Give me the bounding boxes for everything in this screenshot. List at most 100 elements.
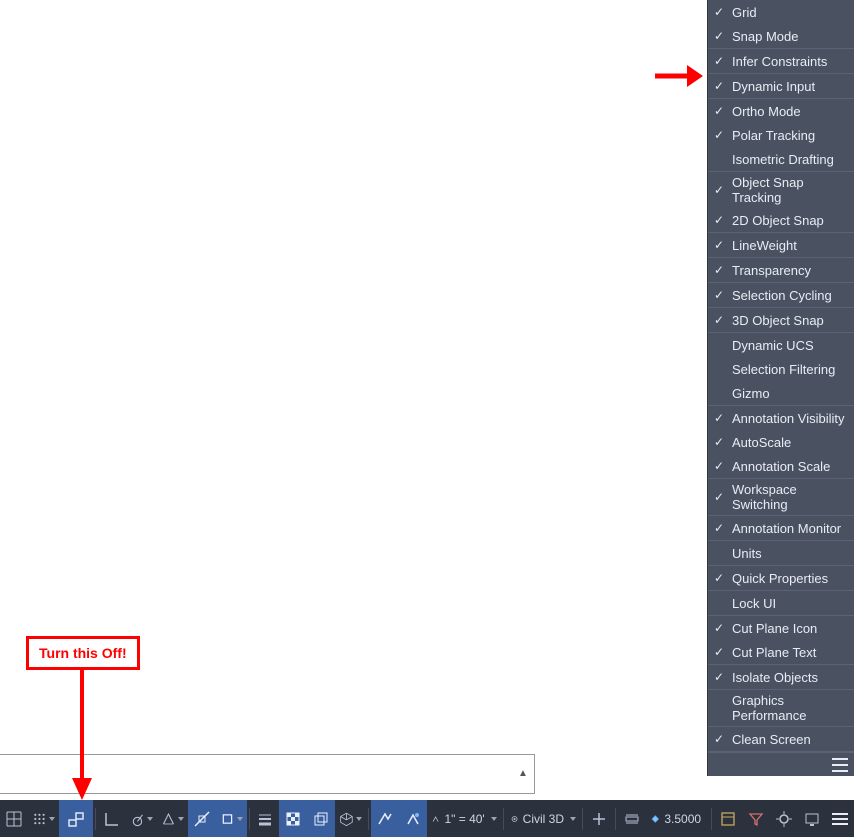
checkmark-icon: ✓ [712, 435, 726, 449]
snap-mode-button[interactable] [28, 800, 59, 837]
menu-item-annotation-scale[interactable]: ✓Annotation Scale [708, 454, 854, 478]
customize-menu-button[interactable] [826, 800, 854, 837]
menu-item-label: Infer Constraints [732, 54, 848, 69]
clean-screen-button[interactable] [798, 800, 826, 837]
object-snap-tracking-button[interactable] [188, 800, 216, 837]
menu-collapse-button[interactable] [708, 752, 854, 776]
menu-item-label: AutoScale [732, 435, 848, 450]
menu-item-graphics-performance[interactable]: ✓Graphics Performance [708, 690, 854, 726]
separator [95, 808, 96, 830]
annotation-scale-button[interactable]: 1" = 40' [427, 800, 500, 837]
checkmark-icon: ✓ [712, 621, 726, 635]
lineweight-button[interactable] [251, 800, 279, 837]
menu-item-clean-screen[interactable]: ✓Clean Screen [708, 727, 854, 751]
menu-item-cut-plane-icon[interactable]: ✓Cut Plane Icon [708, 616, 854, 640]
menu-item-label: Lock UI [732, 596, 848, 611]
menu-item-2d-object-snap[interactable]: ✓2D Object Snap [708, 208, 854, 232]
menu-item-lock-ui[interactable]: ✓Lock UI [708, 591, 854, 615]
menu-item-polar-tracking[interactable]: ✓Polar Tracking [708, 123, 854, 147]
menu-item-dynamic-input[interactable]: ✓ Dynamic Input [708, 74, 854, 98]
menu-item-cut-plane-text[interactable]: ✓ Cut Plane Text [708, 640, 854, 664]
command-input-area[interactable]: ▲ [0, 754, 535, 794]
menu-item-snap-mode[interactable]: ✓Snap Mode [708, 24, 854, 48]
polar-tracking-button[interactable] [126, 800, 157, 837]
menu-item-gizmo[interactable]: ✓Gizmo [708, 381, 854, 405]
menu-item-annotation-visibility[interactable]: ✓Annotation Visibility [708, 406, 854, 430]
menu-item-label: Gizmo [732, 386, 848, 401]
anno-monitor-icon [590, 810, 608, 828]
menu-item-label: Selection Cycling [732, 288, 848, 303]
separator [249, 808, 250, 830]
menu-item-annotation-monitor[interactable]: ✓Annotation Monitor [708, 516, 854, 540]
checkmark-icon: ✓ [712, 5, 726, 19]
elevation-value: 3.5000 [660, 812, 705, 826]
grid-display-button[interactable] [0, 800, 28, 837]
autoscale-icon [404, 810, 422, 828]
isometric-drafting-button[interactable] [157, 800, 188, 837]
menu-item-quick-properties[interactable]: ✓ Quick Properties [708, 566, 854, 590]
menu-item-selection-cycling[interactable]: ✓Selection Cycling [708, 283, 854, 307]
selection-cycling-button[interactable] [307, 800, 335, 837]
filter-icon [747, 810, 765, 828]
transparency-button[interactable] [279, 800, 307, 837]
annotation-monitor-button[interactable] [585, 800, 613, 837]
menu-item-label: Object Snap Tracking [732, 175, 848, 205]
cut-plane-text-button[interactable]: 3.5000 [646, 800, 709, 837]
menu-item-units[interactable]: ✓Units [708, 541, 854, 565]
menu-item-transparency[interactable]: ✓Transparency [708, 258, 854, 282]
checkmark-icon: ✓ [712, 645, 726, 659]
menu-item-selection-filtering[interactable]: ✓Selection Filtering [708, 357, 854, 381]
menu-item-grid[interactable]: ✓Grid [708, 0, 854, 24]
menu-item-isometric-drafting[interactable]: ✓Isometric Drafting [708, 147, 854, 171]
status-bar: 1" = 40' Civil 3D 3.5000 [0, 800, 854, 837]
menu-item-label: Quick Properties [732, 571, 848, 586]
menu-item-label: 3D Object Snap [732, 313, 848, 328]
separator [711, 808, 712, 830]
dropdown-caret-icon [178, 817, 184, 821]
menu-item-ortho-mode[interactable]: ✓Ortho Mode [708, 99, 854, 123]
checkmark-icon: ✓ [712, 29, 726, 43]
scroll-up-icon[interactable]: ▲ [518, 768, 530, 780]
3dosnap-icon [339, 810, 354, 828]
menu-item-label: Polar Tracking [732, 128, 848, 143]
isolate-icon [775, 810, 793, 828]
menu-item-isolate-objects[interactable]: ✓Isolate Objects [708, 665, 854, 689]
isolate-objects-button[interactable] [770, 800, 798, 837]
menu-item-label: Dynamic Input [732, 79, 848, 94]
filter-button[interactable] [742, 800, 770, 837]
menu-item-label: Cut Plane Text [732, 645, 848, 660]
separator [582, 808, 583, 830]
elevation-diamond-icon [650, 810, 661, 828]
menu-item-object-snap-tracking[interactable]: ✓Object Snap Tracking [708, 172, 854, 208]
3d-object-snap-button[interactable] [335, 800, 366, 837]
menu-item-infer-constraints[interactable]: ✓Infer Constraints [708, 49, 854, 73]
separator [368, 808, 369, 830]
quick-properties-button[interactable] [714, 800, 742, 837]
annotation-arrow-right [655, 62, 703, 90]
ortho-mode-button[interactable] [98, 800, 126, 837]
checkmark-icon: ✓ [712, 238, 726, 252]
transparency-icon [284, 810, 302, 828]
2d-object-snap-button[interactable] [216, 800, 247, 837]
hamburger-icon [832, 758, 848, 772]
anno-scale-icon [431, 810, 440, 828]
autoscale-button[interactable] [399, 800, 427, 837]
checkmark-icon: ✓ [712, 213, 726, 227]
menu-item-workspace-switching[interactable]: ✓Workspace Switching [708, 479, 854, 515]
menu-item-label: Graphics Performance [732, 693, 848, 723]
workspace-switching-button[interactable]: Civil 3D [506, 800, 580, 837]
menu-item-autoscale[interactable]: ✓ AutoScale [708, 430, 854, 454]
menu-item-label: Transparency [732, 263, 848, 278]
checkmark-icon: ✓ [712, 459, 726, 473]
menu-item-lineweight[interactable]: ✓LineWeight [708, 233, 854, 257]
cut-plane-icon-button[interactable] [618, 800, 646, 837]
cutplane-icon [623, 810, 641, 828]
menu-item-3d-object-snap[interactable]: ✓ 3D Object Snap [708, 308, 854, 332]
annotation-visibility-button[interactable] [371, 800, 399, 837]
checkmark-icon: ✓ [712, 313, 726, 327]
menu-item-dynamic-ucs[interactable]: ✓Dynamic UCS [708, 333, 854, 357]
menu-item-label: Selection Filtering [732, 362, 848, 377]
checkmark-icon: ✓ [712, 79, 726, 93]
infer-constraints-button[interactable] [59, 800, 93, 837]
checkmark-icon: ✓ [712, 571, 726, 585]
